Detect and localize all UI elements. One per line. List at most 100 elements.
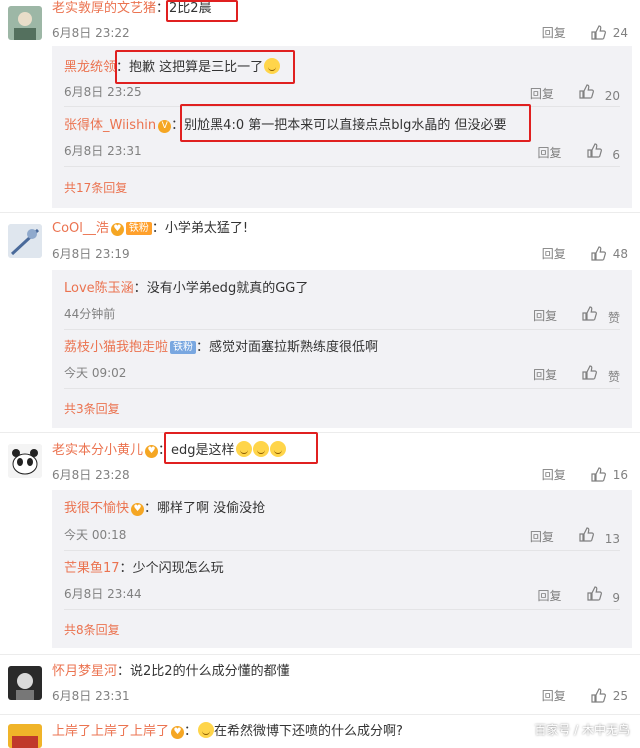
like-button[interactable]: 6 xyxy=(586,142,620,163)
reply-username[interactable]: 荔枝小猫我抱走啦 xyxy=(64,340,168,355)
more-replies-link[interactable]: 共17条回复 xyxy=(64,180,127,196)
like-button[interactable]: 24 xyxy=(590,24,628,41)
thumbs-up-icon xyxy=(579,527,594,542)
like-button[interactable]: 赞 xyxy=(581,364,620,385)
reply-button[interactable]: 回复 xyxy=(530,86,554,102)
like-count: 48 xyxy=(612,246,628,261)
reply-time: 6月8日 23:44 xyxy=(64,587,142,601)
reply-time: 今天 00:18 xyxy=(64,528,127,542)
avatar[interactable] xyxy=(8,6,42,40)
reply-username[interactable]: Love陈玉涵 xyxy=(64,281,134,296)
reply-list: Love陈玉涵：没有小学弟edg就真的GG了 44分钟前 回复 赞 荔枝小猫我抱… xyxy=(52,270,632,428)
reply-username[interactable]: 我很不愉快 xyxy=(64,501,129,516)
reply-time: 6月8日 23:31 xyxy=(64,144,142,158)
like-count: 9 xyxy=(612,591,620,605)
reply-button[interactable]: 回复 xyxy=(542,688,566,704)
divider xyxy=(64,329,620,330)
reply-text: 感觉对面塞拉斯熟练度很低啊 xyxy=(209,340,379,355)
more-replies-link[interactable]: 共3条回复 xyxy=(64,401,120,417)
verified-v-icon: V xyxy=(158,120,172,133)
fan-level-icon: ♥ xyxy=(110,223,124,236)
comment-separator xyxy=(0,212,640,213)
like-button[interactable]: 赞 xyxy=(581,305,620,326)
reply-username[interactable]: 黑龙统领 xyxy=(64,60,116,75)
like-count: 20 xyxy=(604,89,620,103)
comment-3: 老实本分小黄儿 ♥ ：edg是这样 6月8日 23:28 回复 16 我很不愉快 ♥：… xyxy=(0,440,640,648)
reply-username[interactable]: 芒果鱼17 xyxy=(64,561,120,576)
thumbs-up-icon xyxy=(591,688,606,703)
reply-text: 哪样了啊 没偷没抢 xyxy=(157,501,266,516)
divider xyxy=(64,550,620,551)
highlight-box xyxy=(115,50,295,84)
thumbs-up-icon xyxy=(582,365,598,380)
like-button[interactable]: 13 xyxy=(578,526,620,547)
reply-button[interactable]: 回复 xyxy=(542,246,566,262)
comment-time: 6月8日 23:22 xyxy=(52,26,130,40)
fan-level-icon: ♥ xyxy=(131,503,145,516)
comment-4: 怀月梦星河：说2比2的什么成分懂的都懂 6月8日 23:31 回复 25 xyxy=(0,662,640,710)
fan-badge: 铁粉 xyxy=(125,222,152,235)
reply-list: 我很不愉快 ♥ ：哪样了啊 没偷没抢 今天 00:18 回复 13 芒果鱼17：少个… xyxy=(52,490,632,648)
reply-button[interactable]: 回复 xyxy=(542,467,566,483)
fan-level-icon: ♥ xyxy=(145,445,159,458)
reply-username[interactable]: 张得体_Wiishin xyxy=(64,118,156,133)
comment-separator xyxy=(0,714,640,715)
thumbs-up-icon xyxy=(591,246,606,261)
comment-separator xyxy=(0,432,640,433)
like-count: 赞 xyxy=(607,370,620,384)
reply-time: 44分钟前 xyxy=(64,307,116,321)
avatar[interactable] xyxy=(8,444,42,478)
watermark: 百家号 / 木中无鸟 xyxy=(534,723,630,737)
reply-time: 今天 09:02 xyxy=(64,366,127,380)
comment-text: 小学弟太猛了! xyxy=(164,221,249,236)
like-count: 6 xyxy=(612,148,620,162)
like-count: 24 xyxy=(612,25,628,40)
reply-text: 少个闪现怎么玩 xyxy=(132,561,224,576)
comment-username[interactable]: CoOl__浩 xyxy=(52,221,109,236)
comment-time: 6月8日 23:28 xyxy=(52,468,130,482)
avatar[interactable] xyxy=(8,224,42,258)
reply-button[interactable]: 回复 xyxy=(533,367,557,383)
highlight-box xyxy=(164,432,318,464)
thumbs-up-icon xyxy=(591,467,606,482)
reply-time: 6月8日 23:25 xyxy=(64,85,142,99)
avatar[interactable] xyxy=(8,724,42,748)
reply-button[interactable]: 回复 xyxy=(542,25,566,41)
more-replies-link[interactable]: 共8条回复 xyxy=(64,622,120,638)
thumbs-up-icon xyxy=(582,306,598,321)
reply-button[interactable]: 回复 xyxy=(538,145,562,161)
fan-level-icon: ♥ xyxy=(171,726,185,739)
reply-button[interactable]: 回复 xyxy=(533,308,557,324)
comment-username[interactable]: 老实敦厚的文艺猪 xyxy=(52,1,156,16)
like-count: 赞 xyxy=(607,311,620,325)
highlight-box xyxy=(166,0,238,22)
like-count: 13 xyxy=(604,532,620,546)
divider xyxy=(64,388,620,389)
comment-time: 6月8日 23:31 xyxy=(52,689,130,703)
comment-separator xyxy=(0,654,640,655)
like-button[interactable]: 20 xyxy=(578,83,620,104)
thumbs-up-icon xyxy=(586,143,602,158)
comment-text: 在希然微博下还喷的什么成分啊? xyxy=(214,724,403,739)
thumbs-up-icon xyxy=(586,586,602,601)
comment-time: 6月8日 23:19 xyxy=(52,247,130,261)
sleepy-emoji-icon xyxy=(198,722,215,738)
divider xyxy=(64,166,620,167)
thumbs-up-icon xyxy=(591,25,606,40)
like-button[interactable]: 16 xyxy=(590,466,628,483)
comment-username[interactable]: 老实本分小黄儿 xyxy=(52,443,143,458)
thumbs-up-icon xyxy=(579,84,594,99)
highlight-box xyxy=(180,104,531,142)
fan-badge: 铁粉 xyxy=(170,341,197,354)
like-count: 25 xyxy=(612,688,628,703)
like-button[interactable]: 48 xyxy=(590,245,628,262)
divider xyxy=(64,609,620,610)
comment-username[interactable]: 怀月梦星河 xyxy=(52,664,117,679)
avatar[interactable] xyxy=(8,666,42,700)
reply-button[interactable]: 回复 xyxy=(530,529,554,545)
like-button[interactable]: 25 xyxy=(590,687,628,704)
reply-button[interactable]: 回复 xyxy=(538,588,562,604)
comment-username[interactable]: 上岸了上岸了上岸了 xyxy=(52,724,169,739)
like-button[interactable]: 9 xyxy=(586,585,620,606)
comment-2: CoOl__浩 ♥ 铁粉 ：小学弟太猛了! 6月8日 23:19 回复 48 Love… xyxy=(0,220,640,428)
